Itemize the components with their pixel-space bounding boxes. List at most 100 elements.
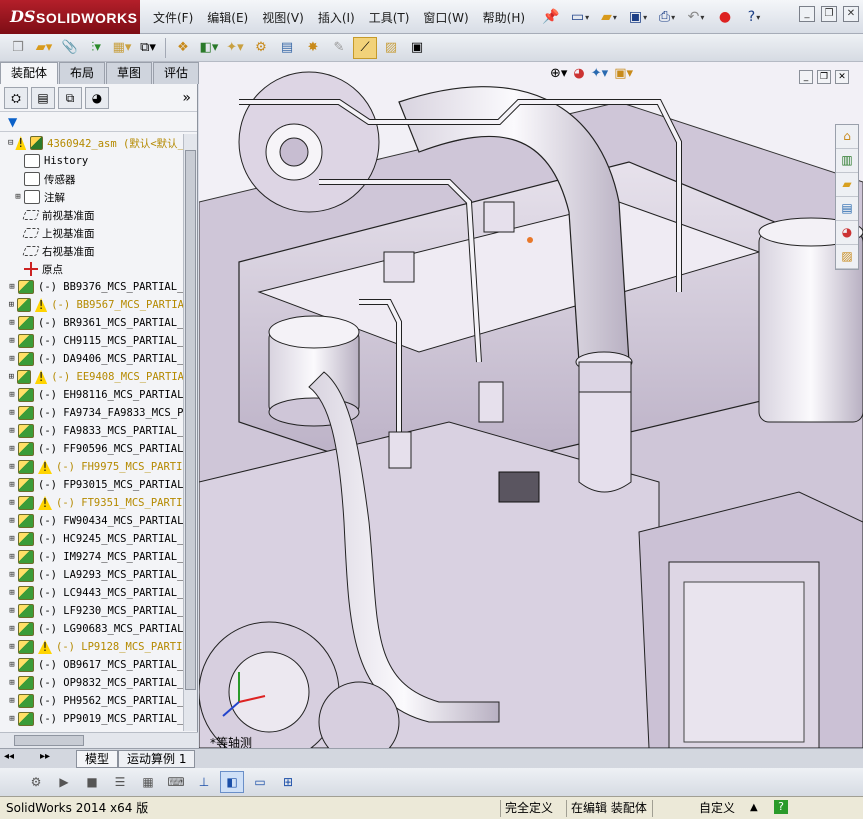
command-tab[interactable]: 草图 xyxy=(106,62,153,84)
close-doc-button[interactable]: ✕ xyxy=(835,70,849,84)
tree-node[interactable]: 上视基准面 xyxy=(0,224,184,242)
split-horizontal-icon[interactable]: ▭ xyxy=(248,771,272,793)
play-icon[interactable]: ▶ xyxy=(52,771,76,793)
tree-vertical-scrollbar[interactable] xyxy=(183,134,197,731)
command-tab[interactable]: 评估 xyxy=(153,62,200,84)
tree-node[interactable]: History xyxy=(0,152,184,170)
tree-horizontal-scrollbar[interactable] xyxy=(0,732,198,748)
rebuild-traffic-light-icon[interactable]: ● xyxy=(712,5,738,29)
close-button[interactable]: ✕ xyxy=(843,6,859,22)
restore-button[interactable]: ❐ xyxy=(821,6,837,22)
tree-filter[interactable]: ▼ xyxy=(0,112,197,132)
tree-part-node[interactable]: ⊞ (-) FP93015_MCS_PARTIAL xyxy=(0,476,184,494)
help-button[interactable]: ? ▾ xyxy=(741,5,767,29)
minimize-doc-button[interactable]: _ xyxy=(799,70,813,84)
expand-icon[interactable]: ⊞ xyxy=(6,282,18,292)
menu-item[interactable]: 工具(T) xyxy=(362,9,417,26)
expand-icon[interactable]: ⊞ xyxy=(6,552,18,562)
open-document-button[interactable]: ▰ ▾ xyxy=(596,5,622,29)
move-component-icon[interactable]: ⧉▾ xyxy=(136,37,160,59)
tree-node[interactable]: ⊞ 注解 xyxy=(0,188,184,206)
tab-scroll-first[interactable]: ◂◂ xyxy=(4,751,14,762)
expand-icon[interactable]: ⊞ xyxy=(6,408,18,418)
solidworks-logo[interactable]: DS SOLIDWORKS xyxy=(0,0,140,34)
tree-node[interactable]: 前视基准面 xyxy=(0,206,184,224)
filter-icon[interactable]: ▼ xyxy=(8,115,17,129)
print-button[interactable]: ⎙ ▾ xyxy=(654,5,680,29)
expand-icon[interactable]: ⊞ xyxy=(6,498,18,508)
scrollbar-thumb[interactable] xyxy=(14,735,84,746)
expand-icon[interactable]: ⊞ xyxy=(6,534,18,544)
plot-icon[interactable]: ⊥ xyxy=(192,771,216,793)
menu-item[interactable]: 编辑(E) xyxy=(200,9,255,26)
expand-icon[interactable]: ⊞ xyxy=(6,570,18,580)
tree-part-node[interactable]: ⊞! (-) FT9351_MCS_PARTI xyxy=(0,494,184,512)
scrollbar-thumb[interactable] xyxy=(185,150,196,690)
expand-icon[interactable]: ⊞ xyxy=(6,588,18,598)
tree-part-node[interactable]: ⊞ (-) FA9833_MCS_PARTIAL_ xyxy=(0,422,184,440)
tree-part-node[interactable]: ⊞ (-) OB9617_MCS_PARTIAL_ xyxy=(0,656,184,674)
key-icon[interactable]: ▦ xyxy=(136,771,160,793)
tree-part-node[interactable]: ⊞! (-) EE9408_MCS_PARTIA xyxy=(0,368,184,386)
tree-part-node[interactable]: ⊞ (-) OP9832_MCS_PARTIAL_ xyxy=(0,674,184,692)
file-explorer-icon[interactable]: ▰ xyxy=(836,173,858,197)
3d-view-icon[interactable]: ◧ xyxy=(220,771,244,793)
command-tab[interactable]: 装配体 xyxy=(0,62,59,84)
tree-node[interactable]: 传感器 xyxy=(0,170,184,188)
property-manager-tab-icon[interactable]: ▤ xyxy=(31,86,55,109)
menu-item[interactable]: 视图(V) xyxy=(255,9,311,26)
expand-icon[interactable]: ⊞ xyxy=(6,714,18,724)
view-palette-icon[interactable]: ▤ xyxy=(836,197,858,221)
view-settings-icon[interactable]: ▣▾ xyxy=(614,66,633,81)
assembly-features-icon[interactable]: ◧▾ xyxy=(197,37,221,59)
stop-icon[interactable]: ■ xyxy=(80,771,104,793)
tree-part-node[interactable]: ⊞ (-) DA9406_MCS_PARTIAL_ xyxy=(0,350,184,368)
component-pattern-icon[interactable]: ▦▾ xyxy=(110,37,134,59)
tree-part-node[interactable]: ⊞ (-) FF90596_MCS_PARTIAL xyxy=(0,440,184,458)
tab-scroll-last[interactable]: ▸▸ xyxy=(40,751,50,762)
tree-part-node[interactable]: ⊞ (-) BB9376_MCS_PARTIAL_ xyxy=(0,278,184,296)
tree-part-node[interactable]: ⊞! (-) FH9975_MCS_PARTI xyxy=(0,458,184,476)
tree-part-node[interactable]: ⊞! (-) BB9567_MCS_PARTIA xyxy=(0,296,184,314)
expand-icon[interactable]: ⊞ xyxy=(6,300,17,310)
expand-icon[interactable]: ⊞ xyxy=(6,696,18,706)
tree-part-node[interactable]: ⊞ (-) PP9019_MCS_PARTIAL_ xyxy=(0,710,184,728)
tree-part-node[interactable]: ⊞ (-) FW90434_MCS_PARTIAL xyxy=(0,512,184,530)
tree-part-node[interactable]: ⊞ (-) EH98116_MCS_PARTIAL xyxy=(0,386,184,404)
reference-geometry-icon[interactable]: ✦▾ xyxy=(223,37,247,59)
expand-icon[interactable]: ⊞ xyxy=(6,336,18,346)
expand-icon[interactable]: ⊞ xyxy=(6,318,18,328)
assembly-transparency-icon[interactable]: ▨ xyxy=(379,37,403,59)
results-icon[interactable]: ⌨ xyxy=(164,771,188,793)
expand-icon[interactable]: ⊞ xyxy=(6,444,18,454)
tree-part-node[interactable]: ⊞ (-) LC9443_MCS_PARTIAL_ xyxy=(0,584,184,602)
unit-dropdown-icon[interactable]: ▲ xyxy=(750,800,758,817)
configuration-manager-tab-icon[interactable]: ⧉ xyxy=(58,86,82,109)
collapse-icon[interactable]: ⊟ xyxy=(6,138,15,148)
appearances-icon[interactable]: ◕ xyxy=(836,221,858,245)
bill-of-materials-icon[interactable]: ▤ xyxy=(275,37,299,59)
expand-icon[interactable]: ⊞ xyxy=(6,390,18,400)
expand-icon[interactable]: ⊞ xyxy=(6,462,18,472)
tree-part-node[interactable]: ⊞ (-) LA9293_MCS_PARTIAL_ xyxy=(0,566,184,584)
expand-icon[interactable]: ⊞ xyxy=(6,372,17,382)
mate-icon[interactable]: ⫶▾ xyxy=(84,37,108,59)
expand-icon[interactable]: ⊞ xyxy=(6,480,18,490)
tab-model[interactable]: 模型 xyxy=(76,750,119,768)
split-vertical-icon[interactable]: ⊞ xyxy=(276,771,300,793)
display-manager-tab-icon[interactable]: ◕ xyxy=(85,86,109,109)
graphics-area[interactable] xyxy=(199,62,863,748)
pin-icon[interactable]: 📌 xyxy=(538,5,564,29)
explode-line-sketch-icon[interactable]: ✎ xyxy=(327,37,351,59)
menu-item[interactable]: 插入(I) xyxy=(311,9,362,26)
attach-icon[interactable]: 📎 xyxy=(58,37,82,59)
expand-icon[interactable]: ⊞ xyxy=(6,516,18,526)
save-button[interactable]: ▣ ▾ xyxy=(625,5,651,29)
view-orientation-icon[interactable]: ⊕▾ xyxy=(550,66,567,81)
expand-icon[interactable]: ⊞ xyxy=(6,642,18,652)
new-part-icon[interactable]: ▰▾ xyxy=(32,37,56,59)
new-document-button[interactable]: ▭ ▾ xyxy=(567,5,593,29)
calculate-icon[interactable]: ⚙ xyxy=(24,771,48,793)
expand-icon[interactable]: ⊞ xyxy=(6,354,18,364)
tree-part-node[interactable]: ⊞ (-) LF9230_MCS_PARTIAL_ xyxy=(0,602,184,620)
